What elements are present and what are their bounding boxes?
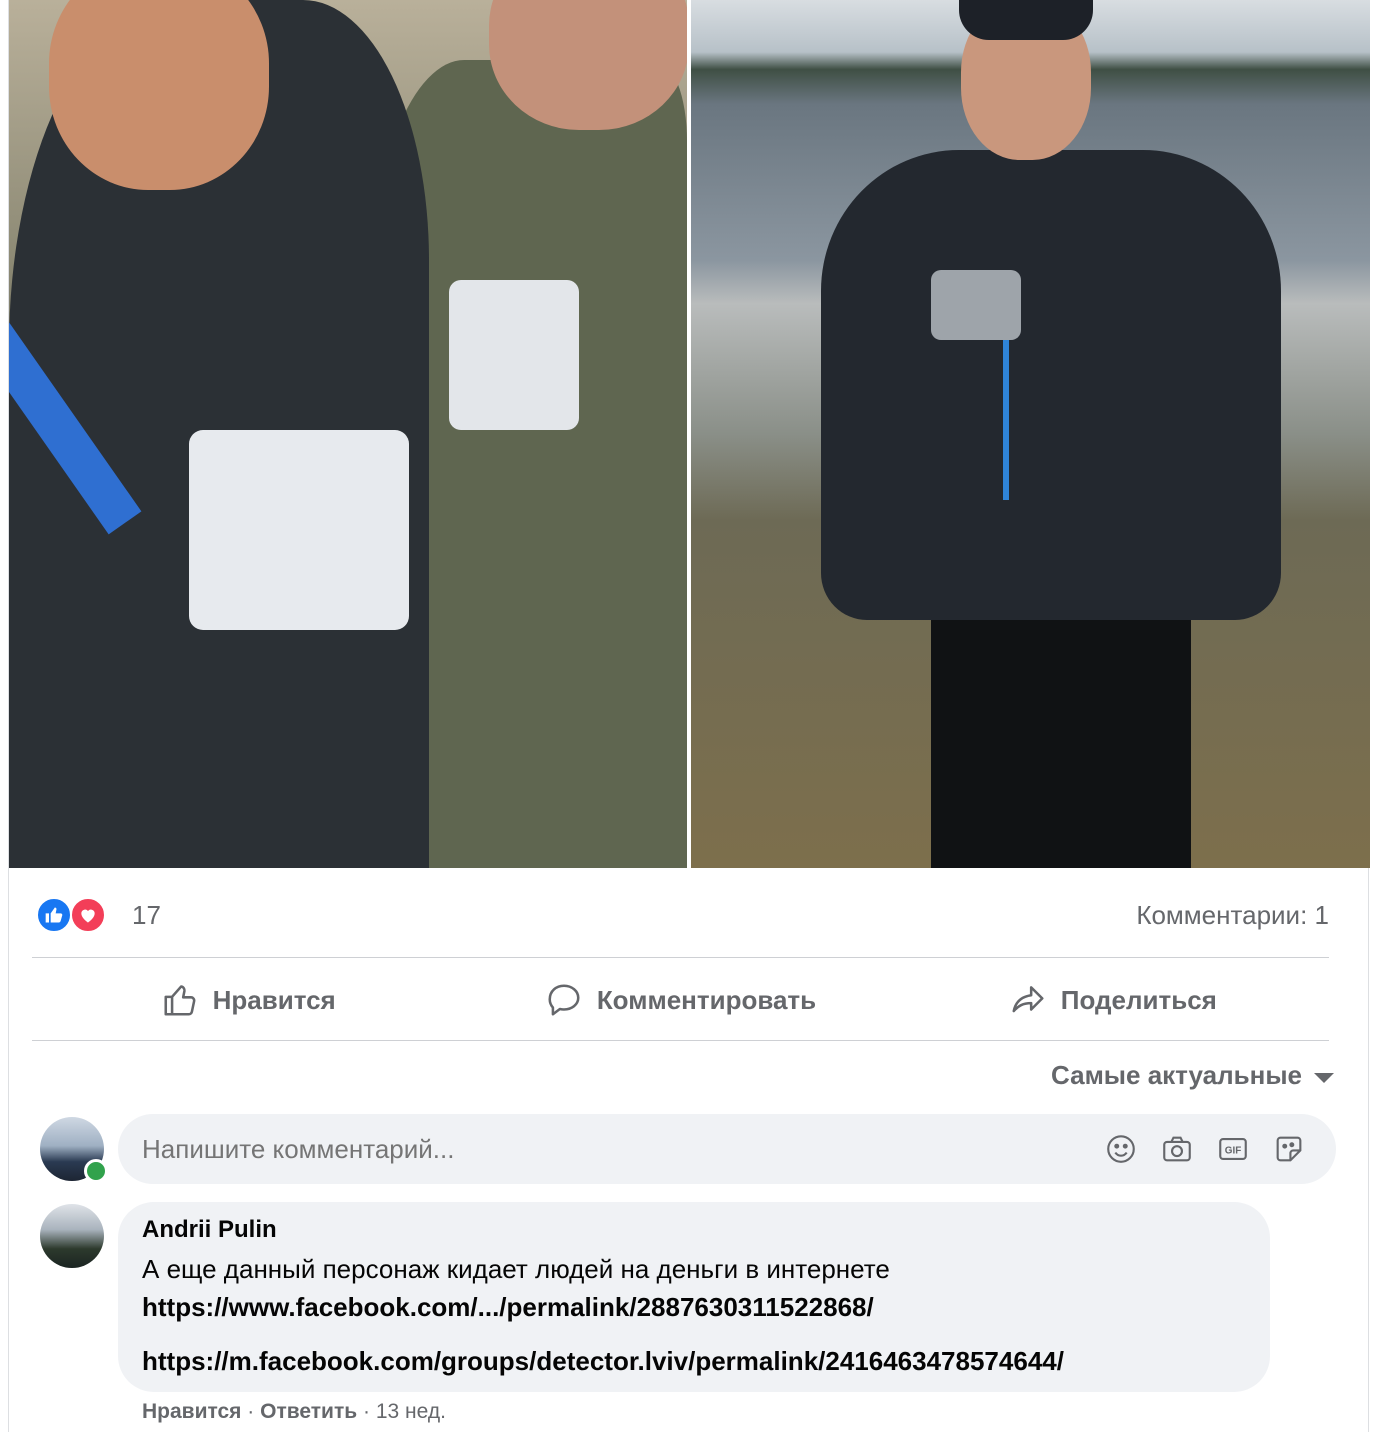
photo-medal-left [189, 430, 409, 630]
share-button[interactable]: Поделиться [897, 960, 1329, 1040]
like-button[interactable]: Нравится [32, 960, 464, 1040]
divider [32, 957, 1329, 958]
separator-dot: · [363, 1400, 376, 1423]
thumbs-up-icon [164, 985, 196, 1016]
camera-icon[interactable] [1160, 1131, 1194, 1167]
photo-medal [931, 270, 1021, 340]
comment-icon [548, 984, 580, 1016]
share-icon [1012, 986, 1044, 1013]
comment-timestamp[interactable]: 13 нед. [376, 1400, 446, 1423]
comment-text: А еще данный персонаж кидает людей на де… [142, 1254, 890, 1284]
comments-count[interactable]: Комментарии: 1 [1136, 900, 1329, 931]
like-icon [36, 897, 72, 933]
reaction-count[interactable]: 17 [132, 900, 161, 931]
reaction-icons[interactable] [36, 897, 112, 933]
comment-author-name[interactable]: Andrii Pulin [142, 1216, 1246, 1244]
caret-down-icon [1314, 1072, 1334, 1083]
sort-label: Самые актуальные [1051, 1060, 1302, 1090]
composer-tools: GIF [1104, 1131, 1306, 1167]
comment-author-avatar[interactable] [40, 1204, 104, 1268]
comment-button-label: Комментировать [596, 984, 817, 1015]
share-button-label: Поделиться [1060, 984, 1217, 1015]
comment-bubble: Andrii Pulin А еще данный персонаж кидае… [118, 1202, 1270, 1392]
photo-medal-right [449, 280, 579, 430]
comment-meta: Нравится · Ответить · 13 нед. [142, 1400, 446, 1424]
photo-ribbon [1003, 340, 1009, 500]
comment-composer: GIF [118, 1114, 1336, 1184]
comment-link-1[interactable]: https://www.facebook.com/.../permalink/2… [142, 1288, 1246, 1326]
photo-face-left [49, 0, 269, 190]
photo-legs [931, 590, 1191, 868]
comment-reply-link[interactable]: Ответить [260, 1400, 357, 1423]
comment-sort-dropdown[interactable]: Самые актуальные [1051, 1060, 1334, 1091]
photo-cap [959, 0, 1093, 40]
comment-input[interactable] [142, 1114, 1042, 1184]
svg-text:GIF: GIF [1225, 1145, 1242, 1156]
online-status-indicator [84, 1159, 108, 1183]
love-icon [70, 897, 106, 933]
comment-button[interactable]: Комментировать [464, 960, 896, 1040]
photo-two-men-with-medals[interactable] [9, 0, 687, 868]
comment-link-2[interactable]: https://m.facebook.com/groups/detector.l… [142, 1342, 1246, 1380]
post-photos [9, 0, 1370, 868]
photo-man-by-river[interactable] [691, 0, 1370, 868]
sticker-icon[interactable] [1272, 1131, 1306, 1167]
separator-dot: · [247, 1400, 261, 1423]
comment-like-link[interactable]: Нравится [142, 1400, 241, 1423]
divider [32, 1040, 1329, 1041]
gif-icon[interactable]: GIF [1216, 1131, 1250, 1167]
photo-body [821, 150, 1281, 620]
post-stats: 17 Комментарии: 1 [32, 895, 1329, 939]
emoji-icon[interactable] [1104, 1131, 1138, 1167]
post-actions: Нравится Комментировать Поделиться [32, 960, 1329, 1040]
like-button-label: Нравится [212, 984, 336, 1015]
